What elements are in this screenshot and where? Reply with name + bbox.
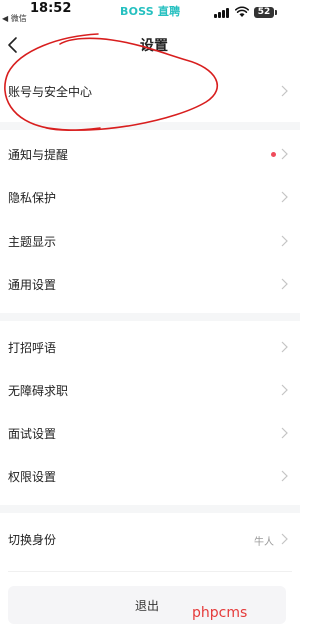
current-identity-value: 牛人: [254, 537, 274, 548]
settings-item-label: 隐私保护: [8, 191, 57, 205]
settings-item-theme[interactable]: 主题显示: [0, 222, 300, 262]
notification-badge-dot: [271, 152, 276, 157]
settings-item-label: 切换身份: [8, 533, 57, 547]
settings-item-general[interactable]: 通用设置: [0, 265, 300, 305]
app-name-badge: BOSS 直聘: [120, 5, 181, 18]
settings-item-permissions[interactable]: 权限设置: [0, 457, 300, 497]
section-divider: [0, 313, 300, 321]
settings-item-label: 打招呼语: [8, 341, 57, 355]
status-time: 18:52: [30, 1, 72, 16]
settings-item-label: 面试设置: [8, 427, 57, 441]
chevron-right-icon: [281, 235, 288, 247]
section-divider: [0, 122, 300, 130]
watermark-text: phpcms: [192, 605, 248, 621]
page-title: 设置: [140, 38, 168, 54]
settings-item-label: 通用设置: [8, 278, 57, 292]
status-bar: 18:52 ◀ 微信 BOSS 直聘 52: [0, 0, 300, 26]
chevron-right-icon: [281, 191, 288, 203]
settings-item-interview[interactable]: 面试设置: [0, 414, 300, 454]
settings-item-accessible-jobs[interactable]: 无障碍求职: [0, 371, 300, 411]
chevron-right-icon: [281, 384, 288, 396]
settings-item-label: 主题显示: [8, 235, 57, 249]
list-divider: [8, 571, 292, 572]
settings-item-label: 账号与安全中心: [8, 85, 93, 99]
chevron-right-icon: [281, 533, 288, 545]
chevron-right-icon: [281, 148, 288, 160]
battery-icon: 52: [254, 7, 274, 18]
settings-item-privacy[interactable]: 隐私保护: [0, 178, 300, 218]
back-to-wechat-link[interactable]: ◀ 微信: [2, 13, 27, 24]
settings-item-label: 权限设置: [8, 470, 57, 484]
nav-bar: 设置: [0, 30, 300, 60]
settings-item-account-security[interactable]: 账号与安全中心: [0, 72, 300, 112]
chevron-right-icon: [281, 85, 288, 97]
settings-item-notifications[interactable]: 通知与提醒: [0, 135, 300, 175]
wifi-icon: [235, 6, 249, 17]
settings-item-label: 无障碍求职: [8, 384, 69, 398]
settings-item-switch-identity[interactable]: 切换身份 牛人: [0, 520, 300, 560]
chevron-right-icon: [281, 278, 288, 290]
settings-item-greeting[interactable]: 打招呼语: [0, 328, 300, 368]
battery-tip: [275, 10, 277, 15]
settings-page: 18:52 ◀ 微信 BOSS 直聘 52 设置 账号与安全中心 通知与提醒 隐…: [0, 0, 300, 631]
cellular-signal-icon: [214, 8, 230, 18]
chevron-right-icon: [281, 341, 288, 353]
chevron-right-icon: [281, 470, 288, 482]
section-divider: [0, 505, 300, 513]
settings-item-label: 通知与提醒: [8, 148, 69, 162]
chevron-right-icon: [281, 427, 288, 439]
